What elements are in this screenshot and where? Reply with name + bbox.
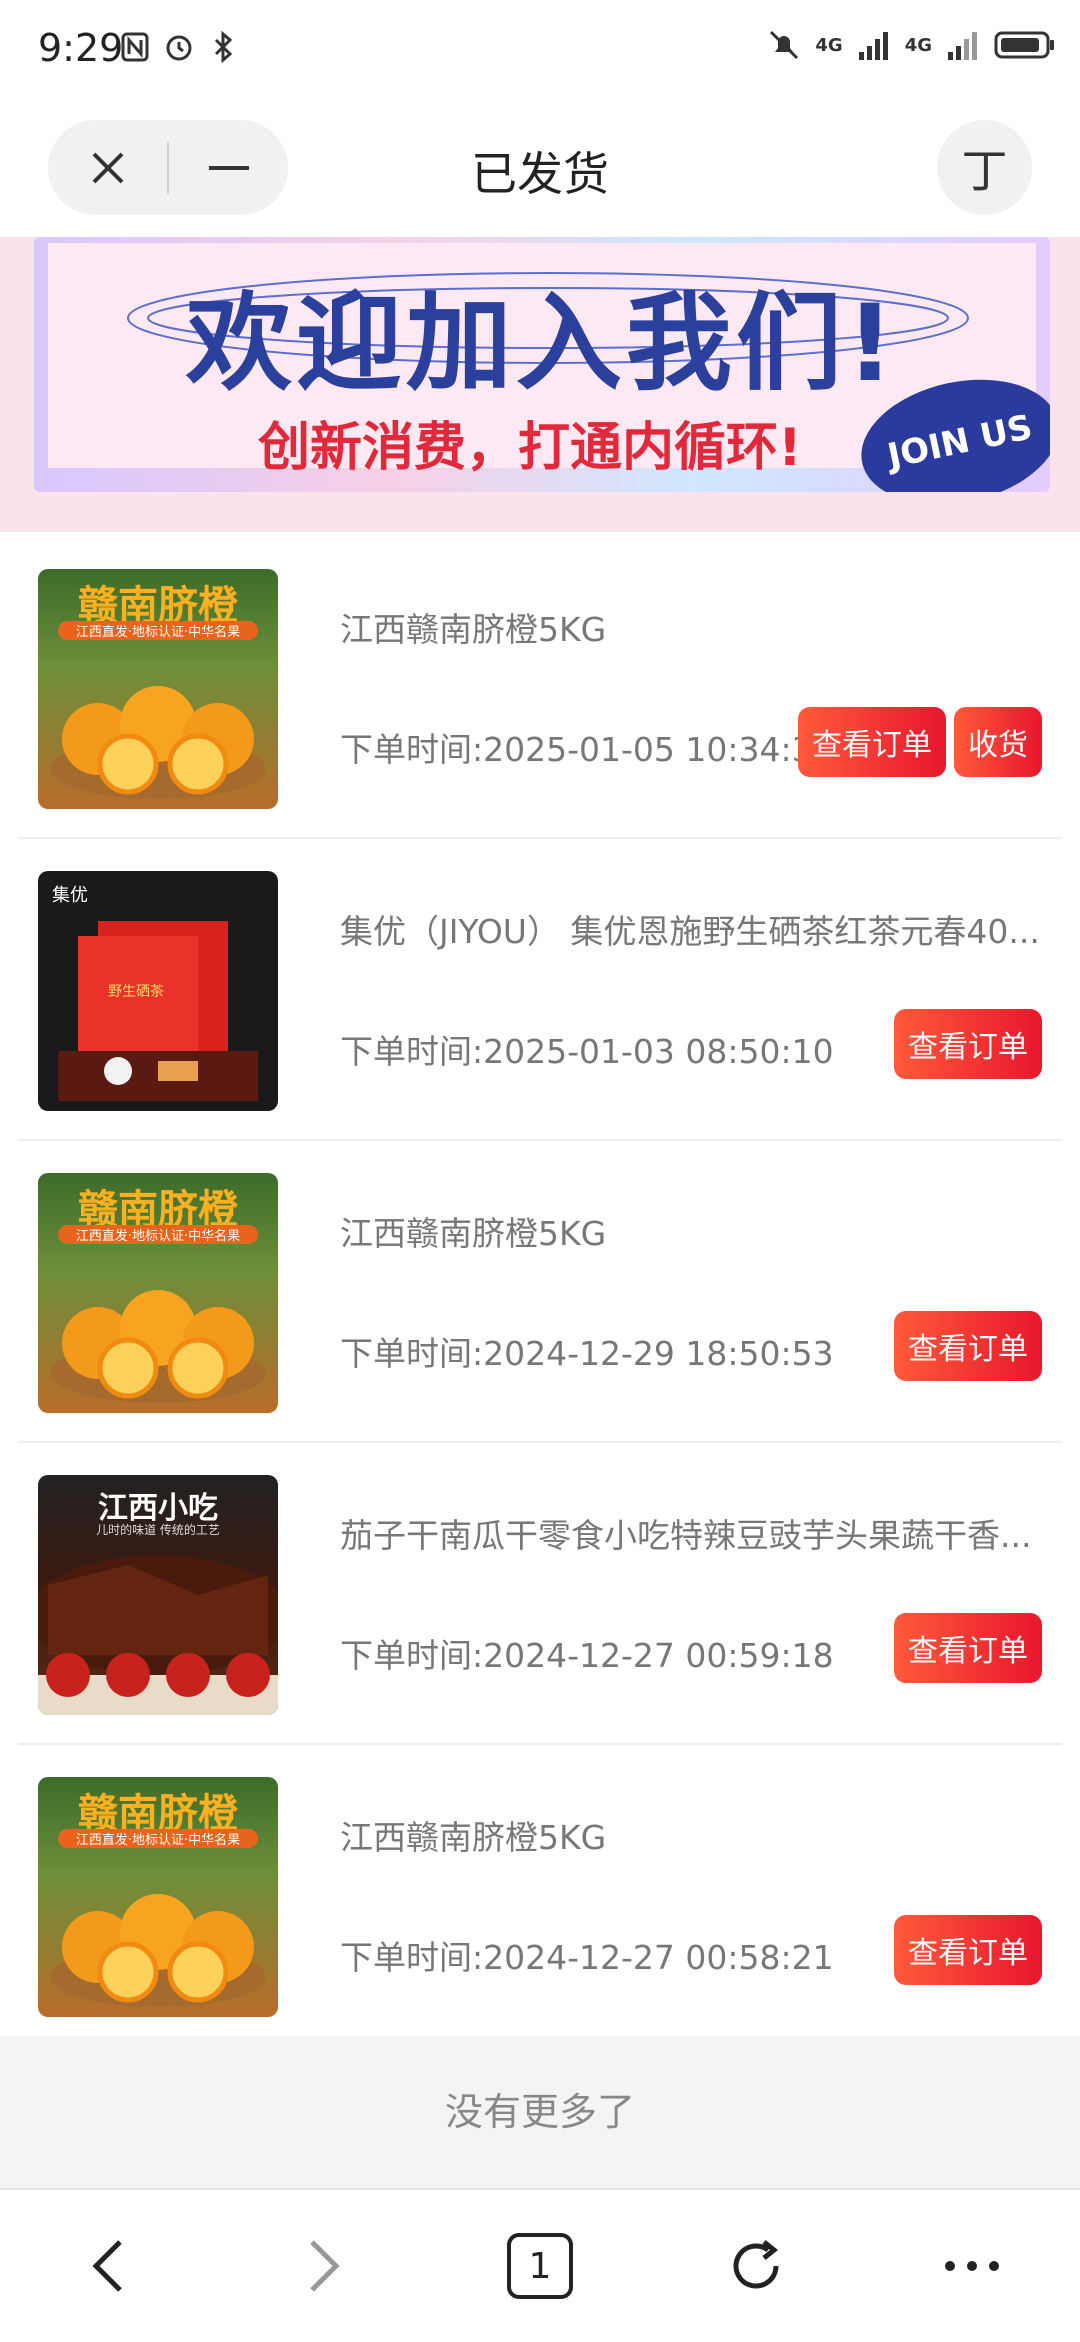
- banner-subtitle: 创新消费，打通内循环!: [258, 418, 802, 478]
- status-bar: 9:29 4G 4G: [0, 0, 1080, 100]
- thumb-tagline: 儿时的味道 传统的工艺: [96, 1523, 220, 1537]
- forward-button[interactable]: [264, 2206, 384, 2326]
- signal-icon: [858, 32, 888, 60]
- order-actions: 查看订单: [894, 1613, 1042, 1683]
- product-thumbnail-orange: 赣南脐橙 江西直发·地标认证·中华名果: [38, 569, 278, 809]
- network-label-2: 4G: [904, 34, 932, 56]
- order-item[interactable]: 赣南脐橙 江西直发·地标认证·中华名果 江西赣南脐橙5KG 下单时间:2024-…: [18, 1745, 1062, 2045]
- refresh-icon: [733, 2240, 779, 2289]
- order-time: 下单时间:2024-12-27 00:59:18: [340, 1636, 834, 1675]
- receive-goods-button[interactable]: 收货: [954, 707, 1042, 777]
- product-thumbnail-tea: 集优 野生硒茶: [38, 871, 278, 1111]
- status-right-icons: 4G 4G: [767, 28, 1056, 62]
- nfc-icon: [121, 32, 149, 62]
- view-order-button[interactable]: 查看订单: [798, 707, 946, 777]
- order-title: 集优（JIYOU） 集优恩施野生硒茶红茶元春40...: [340, 912, 1040, 951]
- product-thumbnail-snack: 江西小吃 儿时的味道 传统的工艺: [38, 1475, 278, 1715]
- order-item[interactable]: 赣南脐橙 江西直发·地标认证·中华名果 江西赣南脐橙5KG 下单时间:2025-…: [18, 537, 1062, 839]
- refresh-button[interactable]: [696, 2206, 816, 2326]
- thumb-tagline: 江西直发·地标认证·中华名果: [58, 1829, 258, 1848]
- view-order-button[interactable]: 查看订单: [894, 1915, 1042, 1985]
- chevron-right-icon: [310, 2240, 340, 2292]
- chevron-left-icon: [92, 2240, 122, 2292]
- orange-fruit-illustration: [50, 1290, 266, 1403]
- bluetooth-icon: [214, 30, 233, 64]
- order-actions: 查看订单: [894, 1311, 1042, 1381]
- status-time: 9:29: [38, 26, 124, 70]
- thumb-tagline: 野生硒茶: [108, 984, 164, 1000]
- banner-area: 欢迎加入我们! 创新消费，打通内循环! JOIN US: [0, 237, 1080, 532]
- order-item[interactable]: 赣南脐橙 江西直发·地标认证·中华名果 江西赣南脐橙5KG 下单时间:2024-…: [18, 1141, 1062, 1443]
- order-time: 下单时间:2025-01-05 10:34:39: [340, 730, 834, 769]
- thumb-tagline: 江西直发·地标认证·中华名果: [58, 621, 258, 640]
- battery-icon: [994, 31, 1054, 59]
- order-time: 下单时间:2025-01-03 08:50:10: [340, 1032, 834, 1071]
- status-left-icons: [120, 30, 238, 64]
- view-order-button[interactable]: 查看订单: [894, 1613, 1042, 1683]
- font-size-button[interactable]: 丁: [937, 120, 1032, 215]
- back-button[interactable]: [48, 2206, 168, 2326]
- order-title: 茄子干南瓜干零食小吃特辣豆豉芋头果蔬干香...: [340, 1516, 1032, 1555]
- page-title: 已发货: [471, 147, 609, 201]
- browser-bottom-nav: 1: [0, 2188, 1080, 2342]
- tab-count: 1: [507, 2233, 573, 2299]
- more-icon: [945, 2261, 999, 2271]
- tea-box-illustration: [58, 921, 258, 1101]
- thumb-tagline: 江西直发·地标认证·中华名果: [58, 1225, 258, 1244]
- order-list: 赣南脐橙 江西直发·地标认证·中华名果 江西赣南脐橙5KG 下单时间:2025-…: [0, 537, 1080, 2045]
- no-more-text: 没有更多了: [0, 2036, 1080, 2188]
- order-actions: 查看订单: [894, 1915, 1042, 1985]
- banner-title: 欢迎加入我们!: [185, 282, 899, 405]
- order-time: 下单时间:2024-12-27 00:58:21: [340, 1938, 834, 1977]
- order-actions: 查看订单: [894, 1009, 1042, 1079]
- snack-illustration: [38, 1555, 278, 1715]
- order-title: 江西赣南脐橙5KG: [340, 1818, 607, 1857]
- network-label-1: 4G: [815, 34, 843, 56]
- order-title: 江西赣南脐橙5KG: [340, 1214, 607, 1253]
- order-title: 江西赣南脐橙5KG: [340, 610, 607, 649]
- order-item[interactable]: 集优 野生硒茶 集优（JIYOU） 集优恩施野生硒茶红茶元春40... 下单时间…: [18, 839, 1062, 1141]
- product-thumbnail-orange: 赣南脐橙 江西直发·地标认证·中华名果: [38, 1777, 278, 2017]
- mute-icon: [770, 30, 799, 60]
- view-order-button[interactable]: 查看订单: [894, 1311, 1042, 1381]
- order-item[interactable]: 江西小吃 儿时的味道 传统的工艺 茄子干南瓜干零食小吃特辣豆豉芋头果蔬干香...…: [18, 1443, 1062, 1745]
- thumb-label: 集优: [52, 885, 88, 906]
- order-time: 下单时间:2024-12-29 18:50:53: [340, 1334, 834, 1373]
- tabs-button[interactable]: 1: [480, 2206, 600, 2326]
- promo-banner[interactable]: 欢迎加入我们! 创新消费，打通内循环! JOIN US: [34, 237, 1050, 492]
- product-thumbnail-orange: 赣南脐橙 江西直发·地标认证·中华名果: [38, 1173, 278, 1413]
- orange-fruit-illustration: [50, 1894, 266, 2007]
- more-button[interactable]: [912, 2206, 1032, 2326]
- signal-icon-2: [948, 32, 977, 60]
- order-actions: 查看订单 收货: [798, 707, 1042, 777]
- view-order-button[interactable]: 查看订单: [894, 1009, 1042, 1079]
- orange-fruit-illustration: [50, 686, 266, 799]
- alarm-icon: [166, 35, 192, 61]
- title-bar: 已发货 丁: [0, 100, 1080, 235]
